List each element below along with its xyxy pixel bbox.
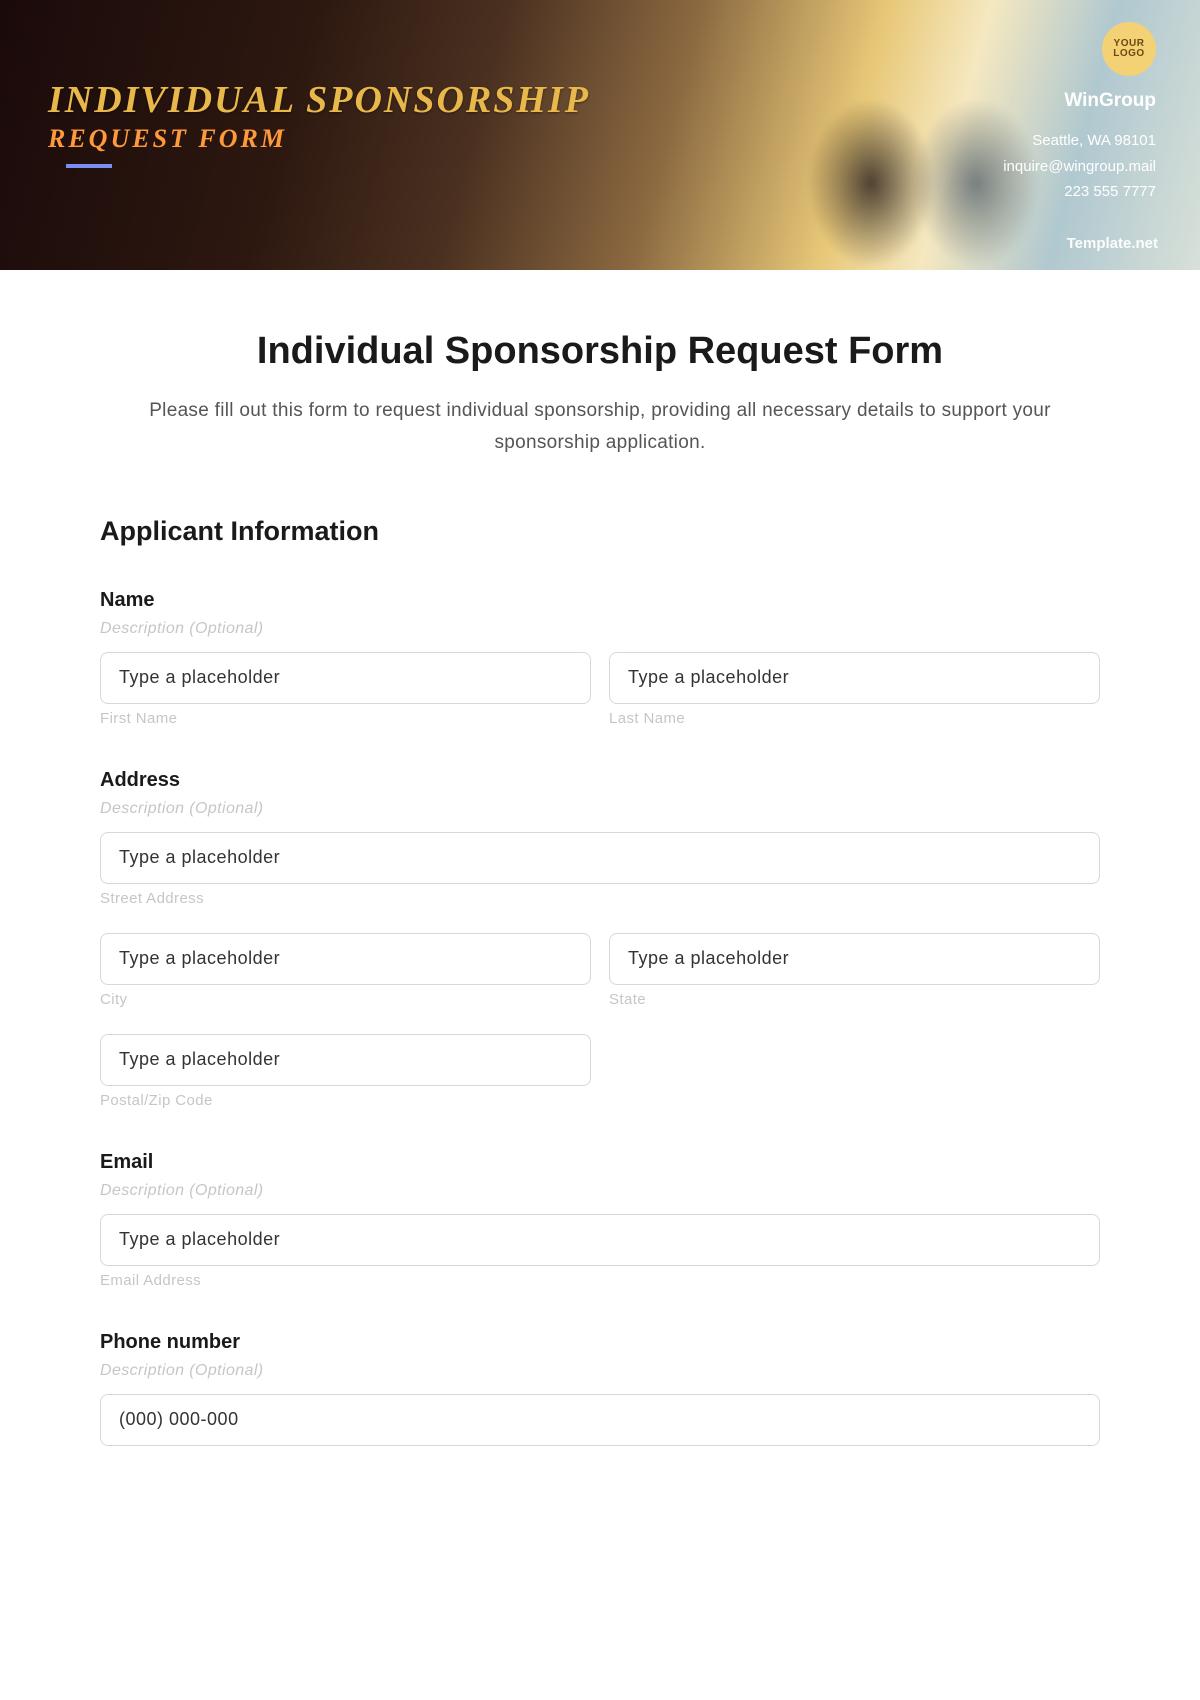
section-applicant-info: Applicant Information bbox=[100, 516, 1100, 547]
logo-badge: YOUR LOGO bbox=[1102, 22, 1156, 76]
desc-name: Description (Optional) bbox=[100, 620, 1100, 638]
sublabel-last-name: Last Name bbox=[609, 710, 1100, 727]
desc-email: Description (Optional) bbox=[100, 1182, 1100, 1200]
company-phone: 223 555 7777 bbox=[1003, 179, 1156, 205]
field-group-phone: Phone number Description (Optional) bbox=[100, 1331, 1100, 1446]
form-title: Individual Sponsorship Request Form bbox=[100, 330, 1100, 373]
form-content: Individual Sponsorship Request Form Plea… bbox=[0, 270, 1200, 1446]
input-postal[interactable] bbox=[100, 1034, 591, 1086]
hero-title: INDIVIDUAL SPONSORSHIP bbox=[48, 78, 590, 122]
hero-subtitle: REQUEST FORM bbox=[48, 124, 590, 154]
field-group-email: Email Description (Optional) Email Addre… bbox=[100, 1151, 1100, 1289]
label-address: Address bbox=[100, 769, 1100, 792]
form-description: Please fill out this form to request ind… bbox=[112, 395, 1088, 460]
desc-phone: Description (Optional) bbox=[100, 1362, 1100, 1380]
sublabel-state: State bbox=[609, 991, 1100, 1008]
input-state[interactable] bbox=[609, 933, 1100, 985]
watermark: Template.net bbox=[1067, 235, 1158, 252]
label-name: Name bbox=[100, 589, 1100, 612]
input-phone[interactable] bbox=[100, 1394, 1100, 1446]
hero-company-block: YOUR LOGO WinGroup Seattle, WA 98101 inq… bbox=[1003, 22, 1156, 205]
sublabel-email: Email Address bbox=[100, 1272, 1100, 1289]
desc-address: Description (Optional) bbox=[100, 800, 1100, 818]
field-group-address: Address Description (Optional) Street Ad… bbox=[100, 769, 1100, 1109]
sublabel-first-name: First Name bbox=[100, 710, 591, 727]
sublabel-street: Street Address bbox=[100, 890, 1100, 907]
input-street[interactable] bbox=[100, 832, 1100, 884]
company-name: WinGroup bbox=[1003, 90, 1156, 112]
label-phone: Phone number bbox=[100, 1331, 1100, 1354]
hero-underline bbox=[66, 164, 112, 168]
input-city[interactable] bbox=[100, 933, 591, 985]
hero-banner: INDIVIDUAL SPONSORSHIP REQUEST FORM YOUR… bbox=[0, 0, 1200, 270]
label-email: Email bbox=[100, 1151, 1100, 1174]
company-address: Seattle, WA 98101 bbox=[1003, 128, 1156, 154]
sublabel-city: City bbox=[100, 991, 591, 1008]
field-group-name: Name Description (Optional) First Name L… bbox=[100, 589, 1100, 727]
sublabel-postal: Postal/Zip Code bbox=[100, 1092, 591, 1109]
logo-text-bottom: LOGO bbox=[1113, 49, 1144, 59]
input-first-name[interactable] bbox=[100, 652, 591, 704]
input-last-name[interactable] bbox=[609, 652, 1100, 704]
hero-heading-block: INDIVIDUAL SPONSORSHIP REQUEST FORM bbox=[48, 78, 590, 168]
company-email: inquire@wingroup.mail bbox=[1003, 154, 1156, 180]
input-email[interactable] bbox=[100, 1214, 1100, 1266]
